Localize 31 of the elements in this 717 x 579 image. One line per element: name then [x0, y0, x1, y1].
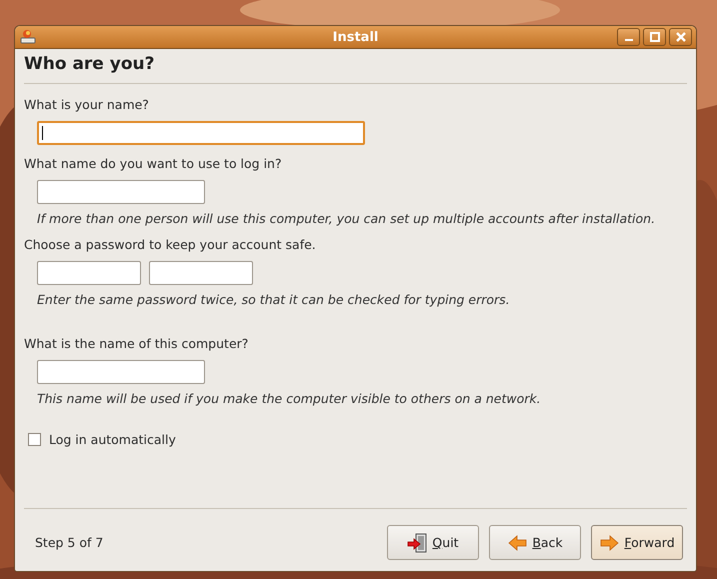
- door-exit-icon: [407, 532, 428, 552]
- field-label: What is your name?: [24, 97, 150, 112]
- text-cursor: [42, 126, 43, 140]
- input-field[interactable]: [37, 180, 205, 204]
- checkbox-label: Log in automatically: [49, 432, 176, 447]
- right-arrow-icon: [599, 532, 620, 552]
- checkbox[interactable]: [28, 433, 41, 446]
- maximize-icon: [650, 32, 660, 42]
- hint-text: If more than one person will use this computer, you can set up multiple accounts after installation.: [37, 211, 656, 226]
- hint-text: Enter the same password twice, so that it can be checked for typing errors.: [37, 292, 511, 307]
- forward-button[interactable]: Forward: [591, 525, 683, 560]
- step-indicator: Step 5 of 7: [35, 535, 104, 550]
- field-label: What is the name of this computer?: [24, 336, 250, 351]
- field-label: Choose a password to keep your account safe.: [24, 237, 317, 252]
- back-button[interactable]: Back: [489, 525, 581, 560]
- minimize-icon: [624, 39, 632, 41]
- input-field[interactable]: [37, 261, 141, 285]
- input-field[interactable]: [37, 360, 205, 384]
- input-field[interactable]: [37, 121, 365, 145]
- input-field[interactable]: [149, 261, 253, 285]
- disk-icon: [19, 29, 37, 45]
- left-arrow-icon: [507, 532, 528, 552]
- quit-button[interactable]: Quit: [387, 525, 479, 560]
- maximize-button[interactable]: [643, 28, 666, 46]
- close-icon: [676, 32, 686, 42]
- minimize-button[interactable]: [617, 28, 640, 46]
- close-button[interactable]: [669, 28, 692, 46]
- page-heading: Who are you?: [24, 54, 156, 76]
- window-title: Install: [332, 30, 378, 44]
- hint-text: This name will be used if you make the computer visible to others on a network.: [37, 391, 542, 406]
- field-label: What name do you want to use to log in?: [24, 156, 283, 171]
